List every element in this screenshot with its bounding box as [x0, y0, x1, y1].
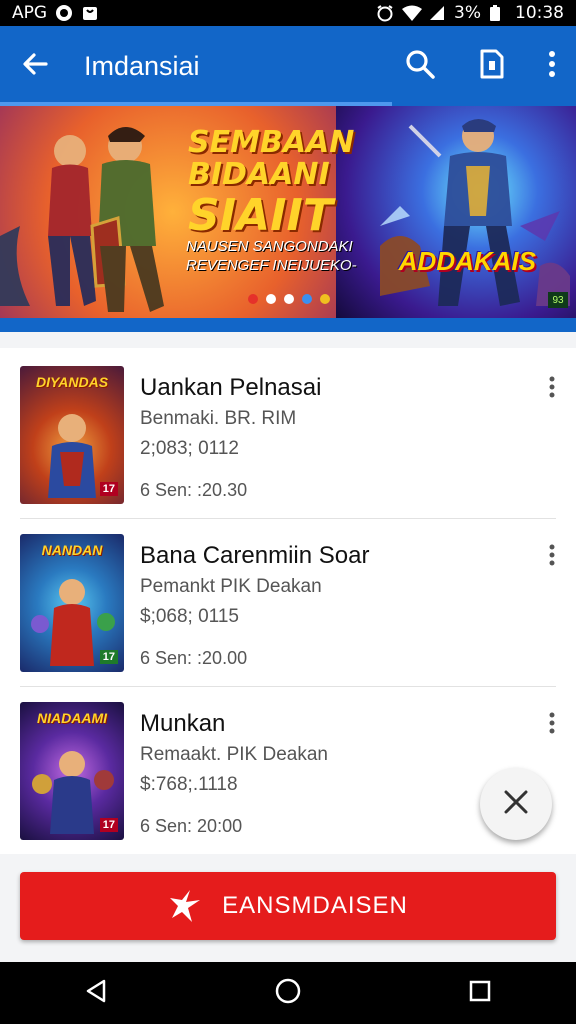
thumbnail-title: NIADAAMI [37, 710, 107, 726]
status-bar: APG 3% 10:38 [0, 0, 576, 26]
list-item[interactable]: NANDAN 17 Bana Carenmiin Soar Pemankt PI… [0, 516, 576, 684]
age-rating-badge: 17 [99, 482, 118, 496]
more-vert-icon [548, 50, 556, 82]
nav-back-button[interactable] [66, 963, 126, 1023]
carousel-indicator [248, 294, 330, 304]
item-title: Uankan Pelnasai [140, 374, 322, 401]
banner-headline-line1: SEMBAAN [188, 125, 355, 160]
arrow-left-icon [20, 49, 50, 84]
carousel-dot[interactable] [302, 294, 312, 304]
banner-subtitle-line1: NAUSEN SANGONDAKI [186, 238, 353, 255]
thumbnail-title: DIYANDAS [35, 374, 109, 390]
nav-recents-button[interactable] [450, 963, 510, 1023]
signal-icon [428, 4, 446, 22]
game-thumbnail: NANDAN 17 [20, 534, 124, 672]
star-burst-icon [168, 888, 204, 924]
banner-headline-line3: SIAIIT [188, 190, 333, 241]
circle-home-icon [274, 977, 302, 1010]
item-date: 6 Sen: 20:00 [140, 816, 243, 836]
item-subtitle: Pemankt PIK Deakan [140, 576, 322, 597]
item-price: 2;083; 0112 [140, 438, 239, 459]
item-subtitle: Remaakt. PIK Deakan [140, 744, 328, 765]
banner-rating-badge: 93 [548, 292, 568, 308]
document-icon [477, 48, 507, 85]
primary-action-button[interactable]: EANSMDAISEN [20, 872, 556, 940]
clock: 10:38 [515, 3, 564, 23]
item-subtitle: Benmaki. BR. RIM [140, 408, 297, 429]
item-title: Bana Carenmiin Soar [140, 542, 370, 569]
notification-icon [55, 4, 73, 22]
page-title: Imdansiai [84, 50, 200, 81]
thumbnail-title: NANDAN [41, 542, 103, 558]
carousel-dot[interactable] [248, 294, 258, 304]
primary-action-label: EANSMDAISEN [222, 892, 408, 919]
item-date: 6 Sen: :20.30 [140, 480, 248, 500]
game-thumbnail: NIADAAMI 17 [20, 702, 124, 840]
item-price: $;068; 0115 [140, 606, 239, 627]
carousel-dot[interactable] [266, 294, 276, 304]
overflow-menu-button[interactable] [528, 26, 576, 106]
banner-bottom-strip [0, 318, 576, 332]
back-button[interactable] [0, 26, 70, 106]
status-carrier-text: APG [12, 3, 48, 23]
more-vert-icon [549, 544, 555, 571]
more-vert-icon [549, 376, 555, 403]
nav-home-button[interactable] [258, 963, 318, 1023]
triangle-back-icon [83, 978, 109, 1009]
document-button[interactable] [456, 26, 528, 106]
game-thumbnail: DIYANDAS 17 [20, 366, 124, 504]
search-button[interactable] [384, 26, 456, 106]
battery-icon [489, 4, 507, 22]
banner-subtitle: NAUSEN SANGONDAKI REVENGEF INEIJUEKO- [186, 238, 357, 276]
wifi-icon [402, 4, 423, 22]
age-rating-badge: 17 [99, 818, 118, 832]
system-nav-bar [0, 962, 576, 1024]
age-rating-badge: 17 [99, 650, 118, 664]
banner-game-logo: ADDAKAIS [398, 246, 536, 276]
banner-headline: SEMBAAN BIDAANI SIAIIT [188, 128, 354, 238]
battery-percent: 3% [454, 3, 481, 23]
promo-banner[interactable]: SEMBAAN BIDAANI SIAIIT NAUSEN SANGONDAKI… [0, 106, 576, 318]
item-title: Munkan [140, 710, 226, 737]
close-icon [503, 789, 529, 820]
item-more-button[interactable] [540, 710, 564, 740]
item-more-button[interactable] [540, 374, 564, 404]
more-vert-icon [549, 712, 555, 739]
alarm-icon [376, 4, 394, 22]
bag-icon [81, 4, 99, 22]
banner-subtitle-line2: REVENGEF INEIJUEKO- [186, 256, 357, 274]
item-price: $:768;.1118 [140, 774, 238, 795]
search-icon [404, 48, 436, 85]
carousel-dot[interactable] [284, 294, 294, 304]
carousel-dot[interactable] [320, 294, 330, 304]
item-more-button[interactable] [540, 542, 564, 572]
item-date: 6 Sen: :20.00 [140, 648, 248, 668]
list-item[interactable]: DIYANDAS 17 Uankan Pelnasai Benmaki. BR.… [0, 348, 576, 516]
banner-headline-line2: BIDAANI [188, 157, 330, 192]
square-recents-icon [468, 979, 492, 1008]
close-fab-button[interactable] [480, 768, 552, 840]
app-bar: Imdansiai [0, 26, 576, 106]
